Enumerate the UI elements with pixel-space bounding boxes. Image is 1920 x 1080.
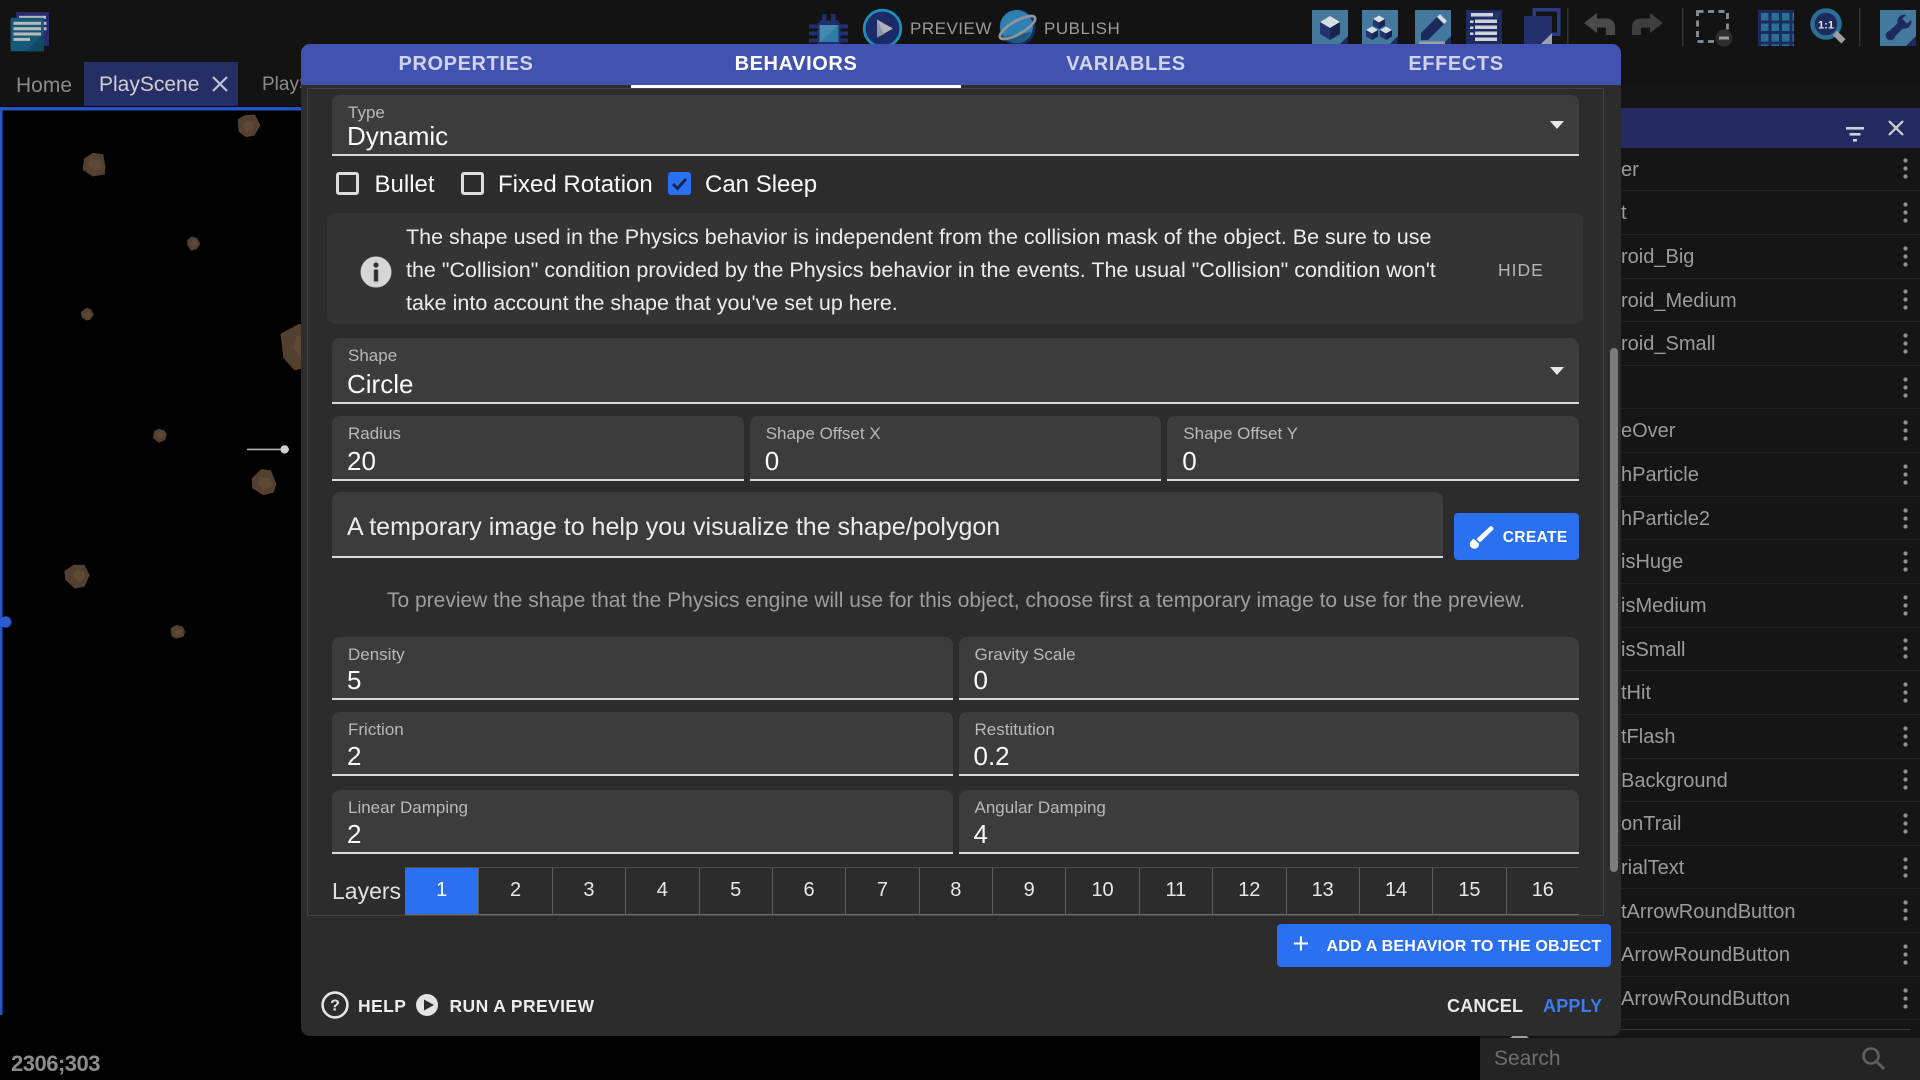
svg-text:?: ? (330, 998, 340, 1015)
svg-text:1:1: 1:1 (1818, 20, 1834, 32)
